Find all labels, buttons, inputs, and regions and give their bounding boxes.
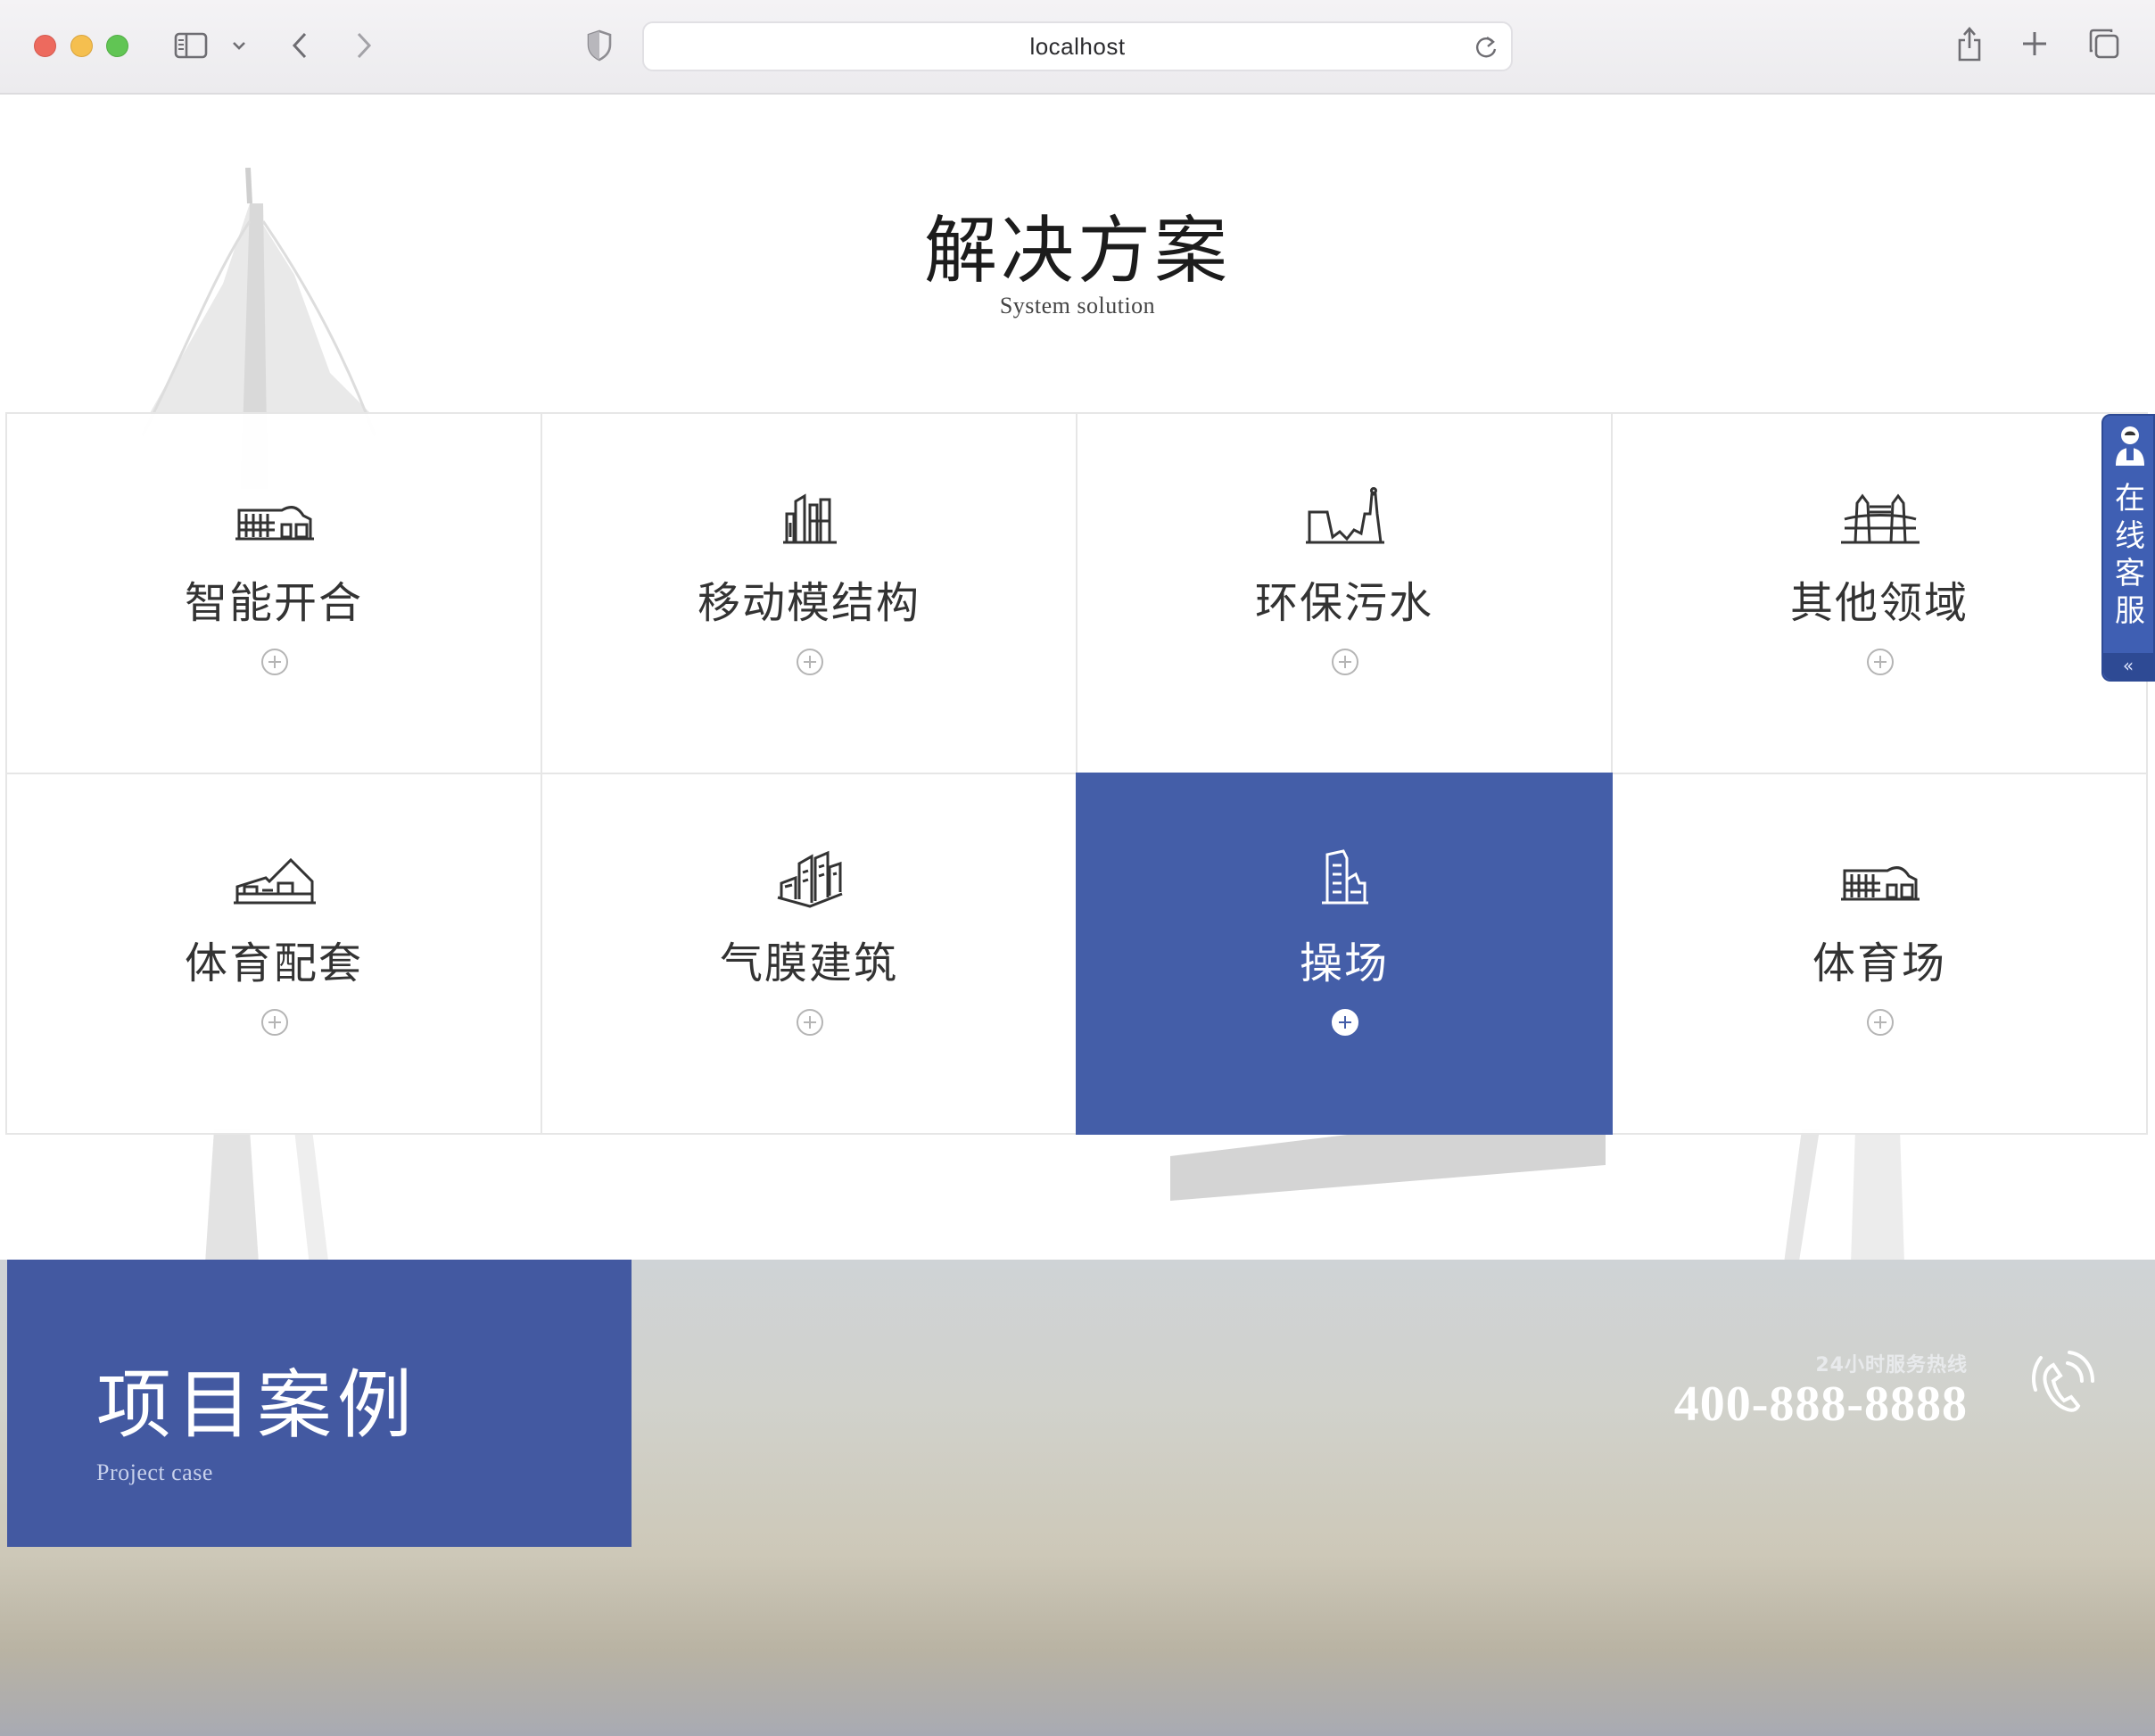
solution-card-mobile-structure[interactable]: 移动模结构 xyxy=(541,412,1078,774)
stadium-icon xyxy=(235,506,314,541)
buildings-icon xyxy=(777,850,843,908)
solution-card-playground[interactable]: 操场 xyxy=(1076,773,1613,1135)
browser-toolbar: localhost xyxy=(0,0,2155,95)
solution-card-environmental-sewage[interactable]: 环保污水 xyxy=(1076,412,1613,774)
sidebar-icon[interactable] xyxy=(173,30,209,61)
new-tab-icon[interactable] xyxy=(2019,29,2050,59)
solutions-grid: 智能开合 移动模结构 环保污水 其他领域 体育配套 气膜建筑 操场 体育场 xyxy=(5,412,2148,1135)
hotline-number[interactable]: 400-888-8888 xyxy=(1674,1376,1968,1433)
arena-icon xyxy=(234,857,316,905)
solution-label: 操场 xyxy=(1299,938,1389,988)
zoom-window-button[interactable] xyxy=(106,35,128,57)
solution-card-air-membrane[interactable]: 气膜建筑 xyxy=(541,773,1078,1135)
towers-icon xyxy=(783,493,837,544)
phone-icon xyxy=(2032,1351,2094,1412)
solution-card-other-fields[interactable]: 其他领域 xyxy=(1611,412,2148,774)
solution-card-sports-facilities[interactable]: 体育配套 xyxy=(5,773,542,1135)
reload-icon[interactable] xyxy=(1474,34,1499,64)
project-case-box[interactable]: 项目案例 Project case xyxy=(7,1260,632,1547)
solution-card-stadium[interactable]: 体育场 xyxy=(1611,773,2148,1135)
forward-icon[interactable] xyxy=(351,30,376,61)
minimize-window-button[interactable] xyxy=(70,35,93,57)
plus-circle-icon[interactable] xyxy=(1331,1008,1359,1037)
share-icon[interactable] xyxy=(1955,23,1984,64)
url-text: localhost xyxy=(1029,32,1126,60)
plus-circle-icon[interactable] xyxy=(260,1008,289,1037)
solution-label: 气膜建筑 xyxy=(719,938,898,988)
project-case-subtitle: Project case xyxy=(96,1459,213,1485)
factory-icon xyxy=(1306,487,1384,544)
solution-label: 环保污水 xyxy=(1254,578,1433,628)
customer-service-avatar-icon xyxy=(2116,426,2144,466)
solution-card-smart-opening[interactable]: 智能开合 xyxy=(5,412,542,774)
building-icon xyxy=(1322,849,1368,905)
tabs-icon[interactable] xyxy=(2087,27,2121,61)
solution-label: 智能开合 xyxy=(184,578,363,628)
online-service-widget[interactable]: 在线客服 « xyxy=(2101,414,2155,682)
plus-circle-icon[interactable] xyxy=(1331,648,1359,676)
project-case-title: 项目案例 xyxy=(96,1361,418,1449)
solutions-subtitle: System solution xyxy=(999,293,1156,318)
project-case-banner: 项目案例 Project case 24小时服务热线 400-888-8888 xyxy=(0,1260,2155,1736)
solutions-title: 解决方案 xyxy=(923,209,1231,293)
plus-circle-icon[interactable] xyxy=(260,648,289,676)
shield-icon[interactable] xyxy=(585,29,614,62)
plus-circle-icon[interactable] xyxy=(796,648,824,676)
solution-label: 体育配套 xyxy=(184,938,363,988)
page-viewport: 解决方案 System solution 智能开合 移动模结构 环保污水 其他领… xyxy=(0,95,2155,1736)
chevron-down-icon[interactable] xyxy=(230,36,248,55)
stadium-icon xyxy=(1841,866,1920,901)
address-bar[interactable]: localhost xyxy=(642,21,1513,71)
plus-circle-icon[interactable] xyxy=(1866,1008,1895,1037)
close-window-button[interactable] xyxy=(34,35,56,57)
plus-circle-icon[interactable] xyxy=(796,1008,824,1037)
solution-label: 体育场 xyxy=(1812,938,1946,988)
back-icon[interactable] xyxy=(287,30,312,61)
plus-circle-icon[interactable] xyxy=(1866,648,1895,676)
online-service-label: 在线客服 xyxy=(2115,481,2145,629)
hotline-label: 24小时服务热线 xyxy=(1815,1354,1968,1376)
bridge-icon xyxy=(1841,493,1920,544)
collapse-service-button[interactable]: « xyxy=(2103,653,2153,680)
solution-label: 其他领域 xyxy=(1789,578,1969,628)
solution-label: 移动模结构 xyxy=(697,578,921,628)
